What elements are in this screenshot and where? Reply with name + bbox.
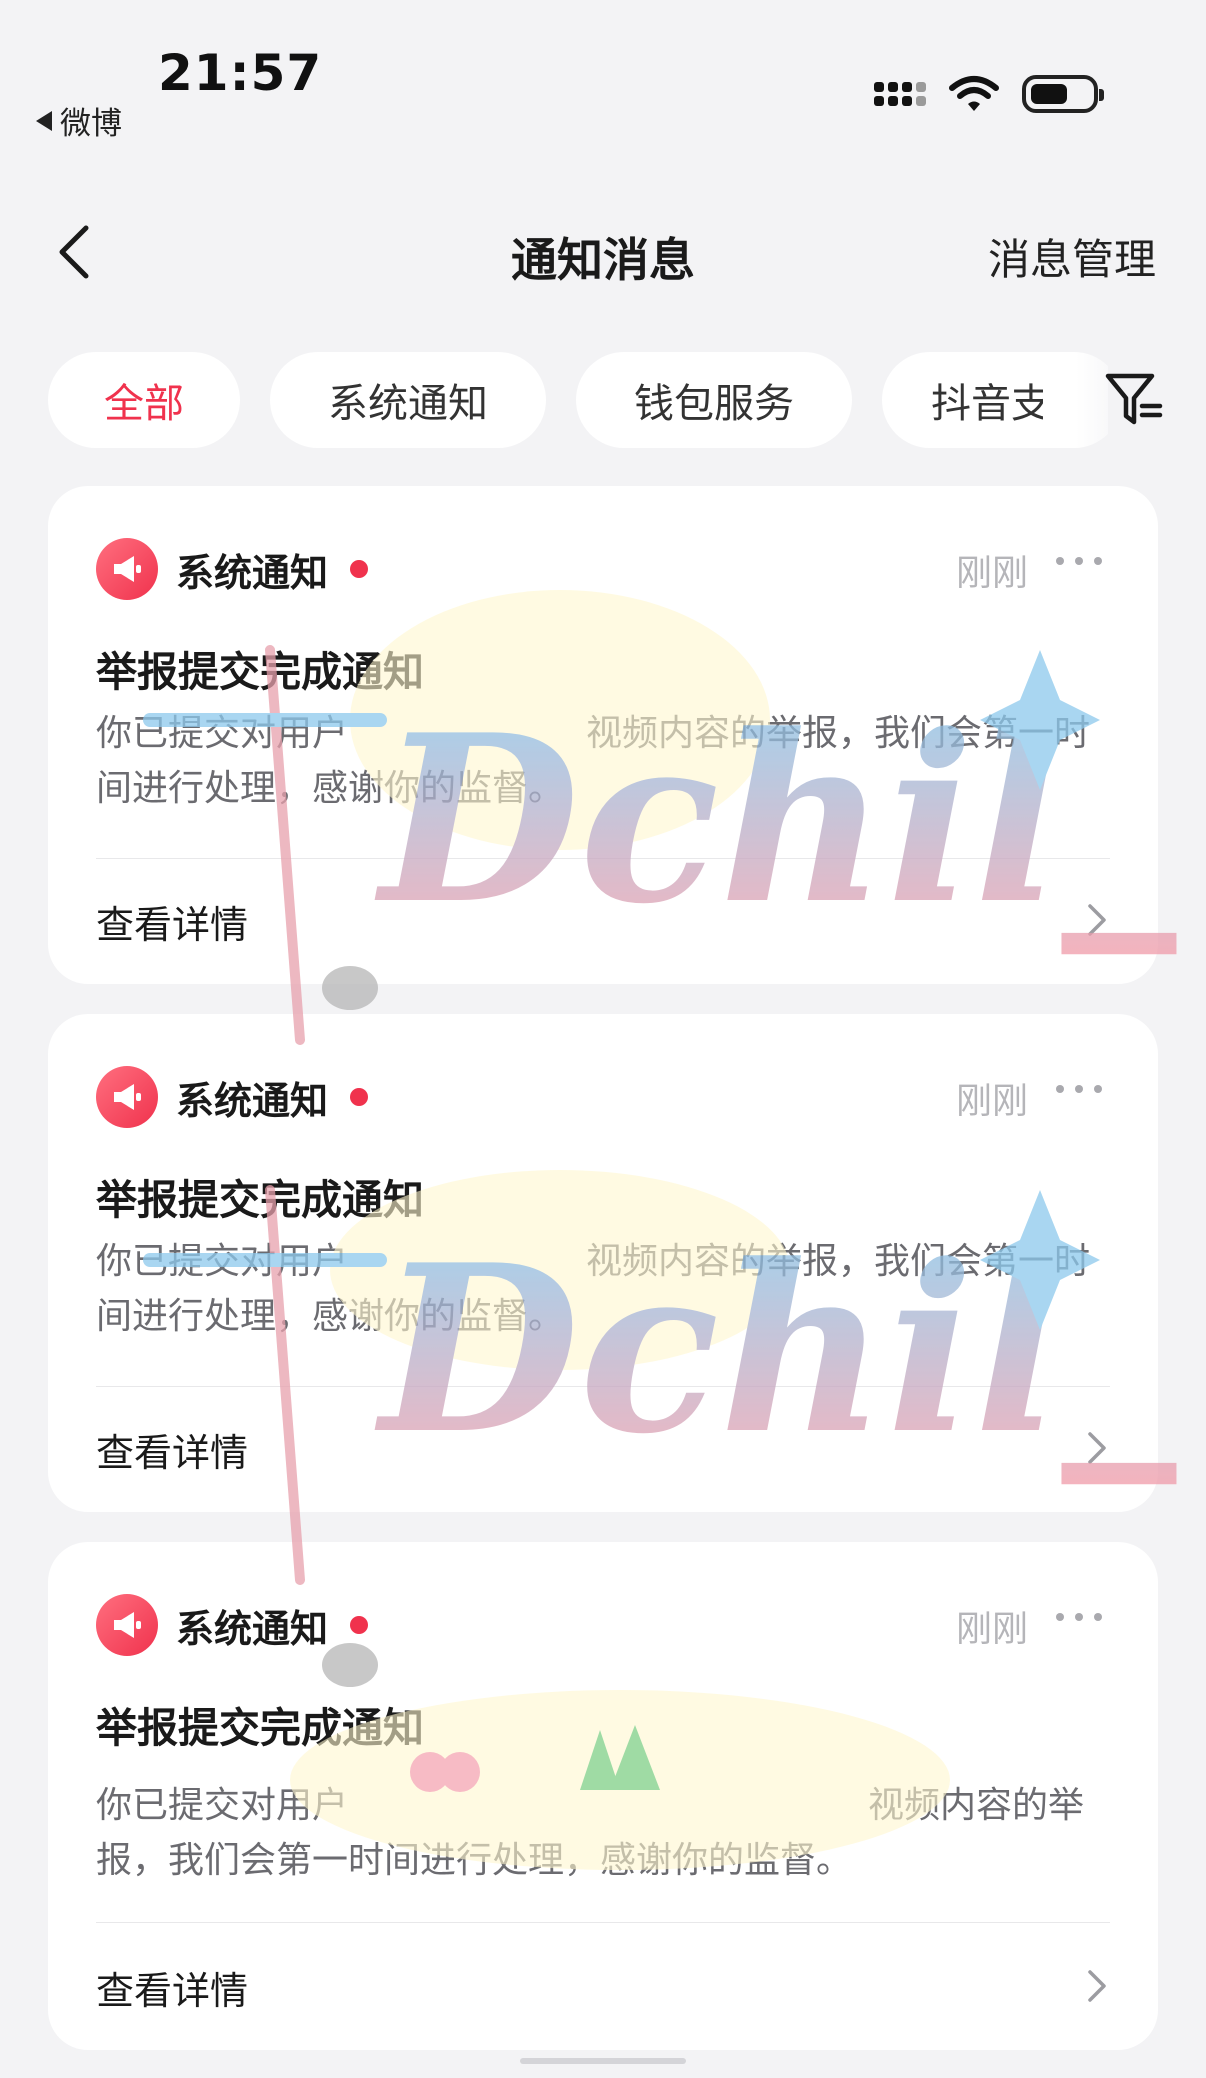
- notification-card[interactable]: 系统通知 刚刚 举报提交完成通知 你已提交对用户 视频内容的举报，我们会第一时间进…: [48, 1014, 1158, 1512]
- megaphone-icon: [96, 1594, 158, 1656]
- card-header: 系统通知: [96, 1066, 369, 1128]
- back-app-label: 微博: [60, 106, 122, 142]
- card-header: 系统通知: [96, 1594, 369, 1656]
- time-label: 刚刚: [955, 1609, 1028, 1650]
- card-body: 你已提交对用户 视频内容的举报，我们会第一时间进行处理，感谢你的监督。: [96, 1778, 1106, 1888]
- tab-wallet[interactable]: 钱包服务: [576, 352, 852, 448]
- chevron-right-icon[interactable]: [1082, 1426, 1112, 1470]
- tab-douyin-pay[interactable]: 抖音支: [882, 352, 1108, 448]
- unread-dot: [350, 1088, 369, 1106]
- view-details-link[interactable]: 查看详情: [96, 1960, 248, 2015]
- more-options-icon[interactable]: [1056, 546, 1102, 576]
- notification-card[interactable]: 系统通知 刚刚 举报提交完成通知 你已提交对用户 视频内容的举报，我们会第一时间进…: [48, 1542, 1158, 2050]
- more-options-icon[interactable]: [1056, 1074, 1102, 1104]
- nav-bar: 通知消息 消息管理: [0, 200, 1206, 310]
- divider: [96, 1386, 1110, 1387]
- home-indicator: [520, 2058, 686, 2064]
- more-options-icon[interactable]: [1056, 1602, 1102, 1632]
- status-icons: [874, 74, 1104, 114]
- time-label: 刚刚: [955, 553, 1028, 594]
- back-to-app-link[interactable]: 微博: [36, 98, 122, 143]
- divider: [96, 1922, 1110, 1923]
- body-before: 你已提交对用户: [96, 1241, 349, 1282]
- wifi-icon: [949, 76, 999, 111]
- chevron-right-icon[interactable]: [1082, 898, 1112, 942]
- card-title: 举报提交完成通知: [96, 648, 424, 696]
- tab-all[interactable]: 全部: [48, 352, 240, 448]
- megaphone-icon: [96, 538, 158, 600]
- notification-card[interactable]: 系统通知 刚刚 举报提交完成通知 你已提交对用户 视频内容的举报，我们会第一时间进…: [48, 486, 1158, 984]
- view-details-link[interactable]: 查看详情: [96, 894, 248, 949]
- unread-dot: [350, 1616, 369, 1634]
- cellular-signal-icon: [874, 82, 926, 106]
- card-header: 系统通知: [96, 538, 369, 600]
- megaphone-icon: [96, 1066, 158, 1128]
- sender-name: 系统通知: [176, 550, 329, 595]
- filter-tabs: 全部 系统通知 钱包服务 抖音支: [48, 352, 1108, 448]
- divider: [96, 858, 1110, 859]
- view-details-link[interactable]: 查看详情: [96, 1422, 248, 1477]
- message-settings-button[interactable]: 消息管理: [988, 226, 1156, 287]
- tab-system[interactable]: 系统通知: [270, 352, 546, 448]
- unread-dot: [350, 560, 369, 578]
- body-before: 你已提交对用户: [96, 1785, 349, 1826]
- filter-icon[interactable]: [1102, 368, 1166, 432]
- status-bar: 21:57 微博: [0, 0, 1206, 150]
- sender-name: 系统通知: [176, 1606, 329, 1651]
- body-before: 你已提交对用户: [96, 713, 349, 754]
- card-body: 你已提交对用户 视频内容的举报，我们会第一时间进行处理，感谢你的监督。: [96, 706, 1106, 816]
- tab-douyin-pay-label: 抖音支: [931, 381, 1043, 427]
- card-body: 你已提交对用户 视频内容的举报，我们会第一时间进行处理，感谢你的监督。: [96, 1234, 1106, 1344]
- back-triangle-icon: [36, 110, 52, 131]
- battery-icon: [1022, 75, 1104, 113]
- card-title: 举报提交完成通知: [96, 1704, 424, 1752]
- status-time: 21:57: [158, 44, 323, 102]
- sender-name: 系统通知: [176, 1078, 329, 1123]
- card-title: 举报提交完成通知: [96, 1176, 424, 1224]
- time-label: 刚刚: [955, 1081, 1028, 1122]
- chevron-right-icon[interactable]: [1082, 1964, 1112, 2008]
